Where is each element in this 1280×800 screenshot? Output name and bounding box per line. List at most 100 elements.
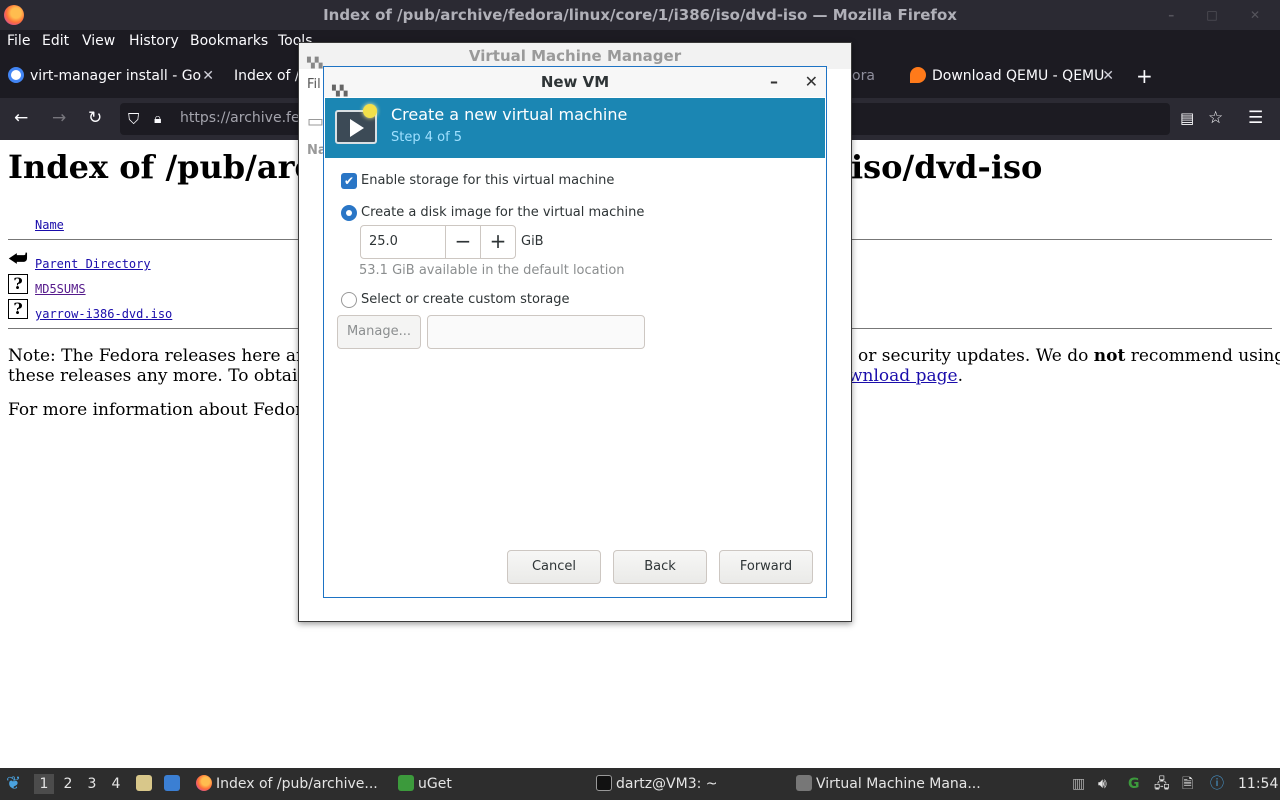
show-desktop-launcher[interactable]	[164, 768, 184, 800]
workspace-2[interactable]: 2	[58, 774, 78, 794]
file-manager-launcher[interactable]	[136, 768, 156, 800]
task-label: uGet	[418, 776, 452, 792]
virt-manager-icon	[796, 775, 812, 791]
tab-download-qemu[interactable]: Download QEMU - QEMU ✕	[910, 60, 1120, 92]
available-space-text: 53.1 GiB available in the default locati…	[359, 263, 625, 278]
workspace-1[interactable]: 1	[34, 774, 54, 794]
menu-history[interactable]: History	[129, 33, 179, 49]
disk-size-unit: GiB	[521, 234, 544, 249]
manage-button[interactable]: Manage...	[337, 315, 421, 349]
lock-icon[interactable]: 🔒︎	[154, 109, 161, 129]
firefox-logo-icon	[4, 5, 24, 25]
decrease-icon[interactable]: −	[445, 226, 480, 258]
browser-titlebar: Index of /pub/archive/fedora/linux/core/…	[0, 0, 1280, 30]
close-tab-icon[interactable]: ✕	[1102, 60, 1114, 92]
custom-storage-path-input[interactable]	[427, 315, 645, 349]
forward-arrow-icon[interactable]: →	[52, 108, 66, 128]
menu-edit[interactable]: Edit	[42, 33, 69, 49]
note-text-continued: or security updates. We do not recommend…	[858, 346, 1280, 366]
close-tab-icon[interactable]: ✕	[202, 60, 214, 92]
custom-storage-radio[interactable]	[341, 292, 357, 308]
notification-icon[interactable]: ⓘ	[1210, 768, 1224, 800]
virt-manager-icon: ▚▚	[307, 58, 323, 69]
minimize-button[interactable]: –	[770, 67, 778, 97]
custom-storage-label[interactable]: Select or create custom storage	[361, 292, 569, 307]
enable-storage-checkbox[interactable]: ✔	[341, 173, 357, 189]
hamburger-menu-icon[interactable]: ☰	[1248, 108, 1263, 128]
menu-bookmarks[interactable]: Bookmarks	[190, 33, 268, 49]
workspace-4[interactable]: 4	[106, 774, 126, 794]
task-uget[interactable]: uGet	[398, 768, 452, 800]
tab-label: virt-manager install - Go	[30, 68, 202, 84]
task-virt-manager[interactable]: Virtual Machine Mana...	[796, 768, 981, 800]
dialog-title: New VM	[540, 73, 610, 91]
unknown-file-icon: ?	[8, 299, 28, 319]
notes-icon[interactable]: 🗎︎	[1182, 768, 1193, 800]
name-column-header[interactable]: Name	[35, 218, 64, 232]
download-page-link[interactable]: wnload page	[848, 366, 958, 386]
firefox-icon	[196, 775, 212, 791]
taskbar: ❦ 1 2 3 4 Index of /pub/archive... uGet …	[0, 768, 1280, 800]
create-disk-label[interactable]: Create a disk image for the virtual mach…	[361, 205, 644, 220]
close-button[interactable]: ✕	[805, 67, 818, 97]
workspace-3[interactable]: 3	[82, 774, 102, 794]
uget-tray-icon[interactable]: G	[1128, 768, 1140, 800]
computer-icon: ▭	[307, 111, 325, 132]
clipboard-icon[interactable]: ▥	[1072, 768, 1085, 800]
google-icon	[8, 67, 24, 83]
entry-iso[interactable]: yarrow-i386-dvd.iso	[35, 307, 172, 321]
back-arrow-icon: ⮨	[8, 246, 28, 270]
virt-manager-menu-file[interactable]: Fil	[307, 77, 321, 92]
network-icon[interactable]: 🖧︎	[1154, 768, 1170, 800]
new-tab-button[interactable]: +	[1136, 60, 1156, 92]
task-terminal[interactable]: dartz@VM3: ~	[596, 768, 718, 800]
start-menu-icon[interactable]: ❦	[6, 768, 21, 800]
new-vm-dialog: ▚▚ New VM – ✕ Create a new virtual machi…	[323, 66, 827, 598]
enable-storage-label[interactable]: Enable storage for this virtual machine	[361, 173, 614, 188]
note-text-part: .	[957, 366, 963, 386]
task-label: Virtual Machine Mana...	[816, 776, 981, 792]
disk-size-input[interactable]: 25.0	[369, 234, 398, 249]
menu-view[interactable]: View	[82, 33, 115, 49]
back-arrow-icon[interactable]: ←	[14, 108, 28, 128]
tab-label: Download QEMU - QEMU	[932, 68, 1105, 84]
back-button[interactable]: Back	[613, 550, 707, 584]
tab-partial[interactable]: ora	[852, 60, 900, 92]
task-label: dartz@VM3: ~	[616, 776, 718, 792]
note-text: Note: The Fedora releases here are	[8, 346, 315, 366]
shield-icon[interactable]: ⛉	[128, 109, 139, 129]
note-emphasis: not	[1093, 346, 1126, 366]
play-icon	[350, 119, 364, 137]
note-text-part: or security updates. We do	[858, 346, 1094, 366]
note-text-part: recommend using	[1125, 346, 1280, 366]
create-disk-radio[interactable]	[341, 205, 357, 221]
banner-title: Create a new virtual machine	[391, 105, 628, 124]
tab-virt-manager-install[interactable]: virt-manager install - Go ✕	[8, 60, 220, 92]
entry-md5sums[interactable]: MD5SUMS	[35, 282, 86, 296]
url-text[interactable]: https://archive.fe	[180, 110, 300, 126]
increase-icon[interactable]: +	[480, 226, 515, 258]
unknown-file-icon: ?	[8, 274, 28, 294]
reader-view-icon[interactable]: ▤	[1180, 108, 1194, 128]
disk-size-spinner[interactable]: 25.0 − +	[360, 225, 516, 259]
forward-button[interactable]: Forward	[719, 550, 813, 584]
qemu-icon	[910, 67, 926, 83]
tab-index-of[interactable]: Index of /	[234, 60, 304, 92]
entry-parent-directory[interactable]: Parent Directory	[35, 257, 151, 271]
info-text: For more information about Fedora'	[8, 400, 319, 420]
volume-icon[interactable]: 🔊︎	[1098, 768, 1107, 800]
page-heading: Index of /pub/arc	[8, 148, 314, 186]
reload-icon[interactable]: ↻	[88, 108, 102, 128]
note-text-line2-continued: wnload page.	[848, 366, 963, 386]
uget-icon	[398, 775, 414, 791]
task-label: Index of /pub/archive...	[216, 776, 378, 792]
virt-manager-title: Virtual Machine Manager	[468, 47, 682, 65]
new-vm-titlebar: ▚▚ New VM – ✕	[324, 67, 826, 97]
terminal-icon	[596, 775, 612, 791]
clock[interactable]: 11:54	[1238, 768, 1278, 800]
window-controls[interactable]: – □ ✕	[1168, 0, 1274, 30]
task-firefox[interactable]: Index of /pub/archive...	[196, 768, 378, 800]
cancel-button[interactable]: Cancel	[507, 550, 601, 584]
menu-file[interactable]: File	[7, 33, 30, 49]
bookmark-star-icon[interactable]: ☆	[1208, 108, 1223, 128]
